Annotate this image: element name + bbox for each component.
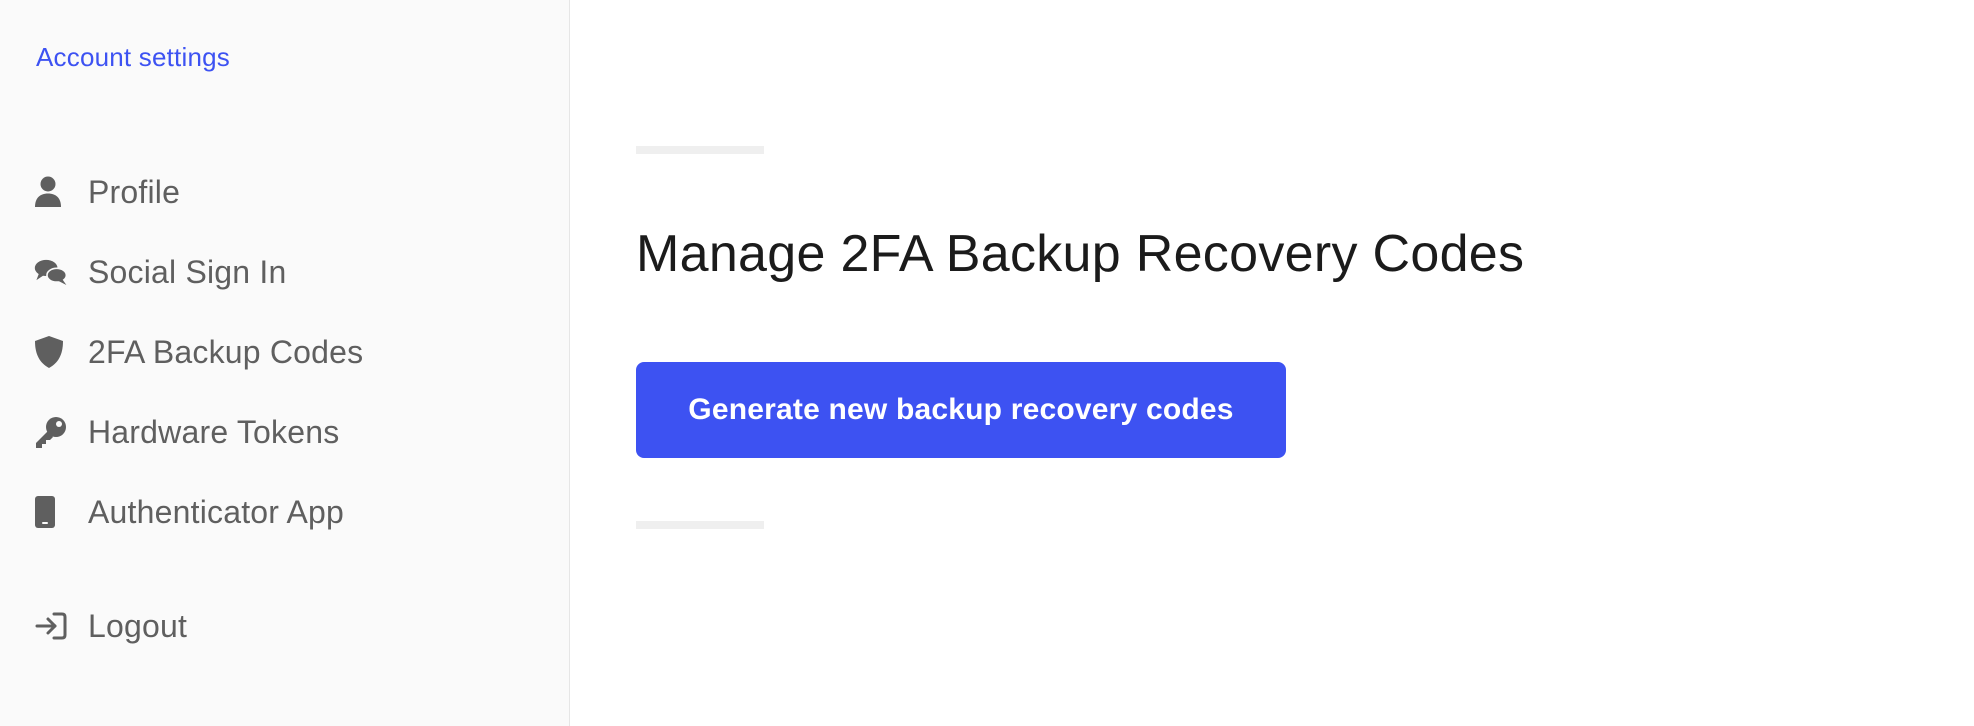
logout-label: Logout	[88, 607, 188, 644]
sidebar-item-label: Hardware Tokens	[88, 413, 340, 450]
sidebar-item-label: Social Sign In	[88, 253, 287, 290]
logout-button[interactable]: Logout	[34, 586, 187, 666]
generate-backup-codes-button[interactable]: Generate new backup recovery codes	[636, 362, 1286, 458]
page-title: Manage 2FA Backup Recovery Codes	[636, 225, 1525, 283]
main-content: Manage 2FA Backup Recovery Codes Generat…	[570, 0, 1974, 726]
key-icon	[34, 415, 68, 449]
sidebar-item-label: Profile	[88, 173, 181, 210]
top-divider	[636, 146, 764, 154]
sidebar-item-social-sign-in[interactable]: Social Sign In	[34, 232, 363, 312]
sidebar-item-hardware-tokens[interactable]: Hardware Tokens	[34, 392, 363, 472]
sidebar-item-label: Authenticator App	[88, 493, 345, 530]
sidebar-nav: Profile Social Sign In 2FA Backup Codes …	[34, 152, 363, 552]
sidebar-item-2fa-backup-codes[interactable]: 2FA Backup Codes	[34, 312, 363, 392]
sidebar-item-authenticator-app[interactable]: Authenticator App	[34, 472, 363, 552]
bottom-divider	[636, 521, 764, 529]
chat-bubbles-icon	[34, 255, 68, 289]
sidebar-item-label: 2FA Backup Codes	[88, 333, 364, 370]
sign-in-arrow-icon	[34, 609, 68, 643]
app-layout: Account settings Profile Social Sign In …	[0, 0, 1974, 726]
account-settings-link[interactable]: Account settings	[36, 42, 230, 73]
sidebar: Account settings Profile Social Sign In …	[0, 0, 570, 726]
shield-icon	[34, 335, 68, 369]
sidebar-item-profile[interactable]: Profile	[34, 152, 363, 232]
mobile-phone-icon	[34, 495, 68, 529]
user-icon	[34, 175, 68, 209]
